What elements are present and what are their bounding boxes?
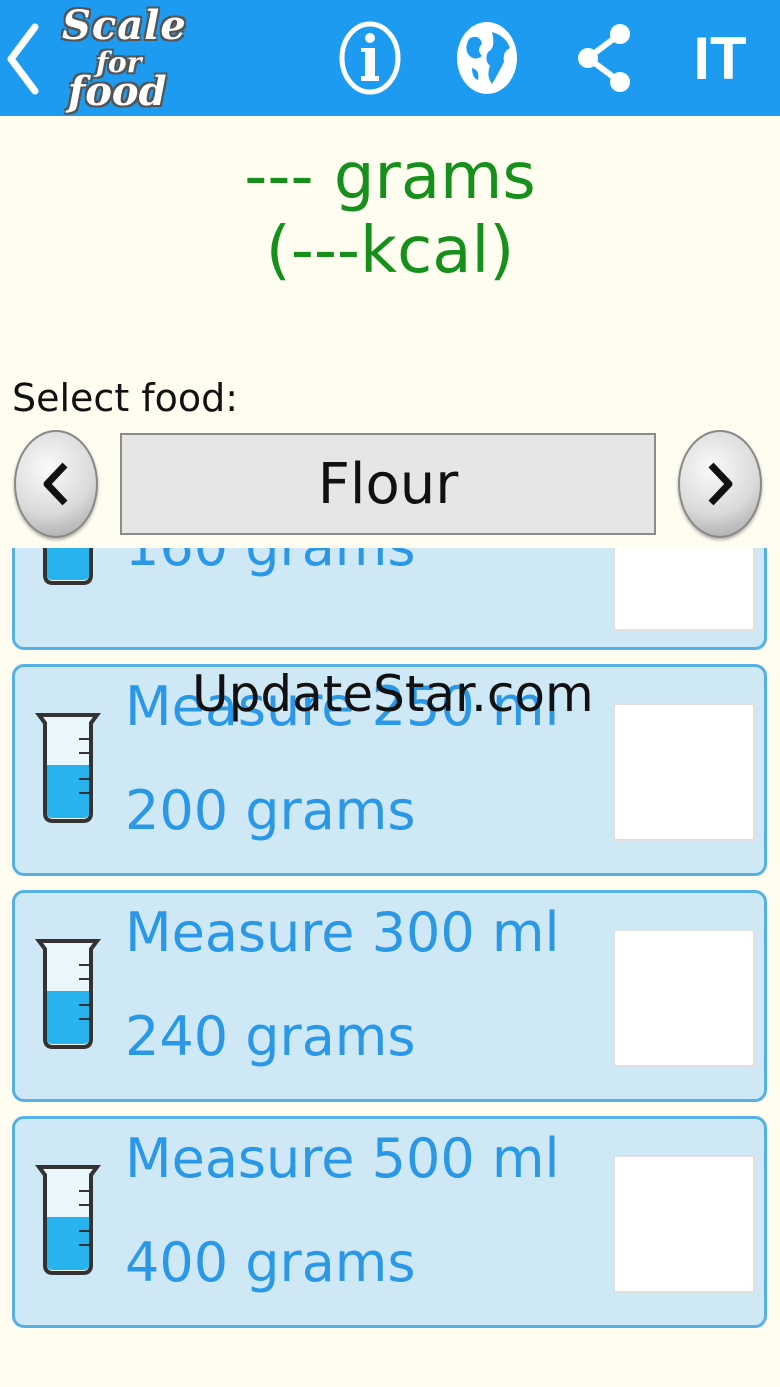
measure-checkbox[interactable] (613, 548, 755, 631)
select-food-label: Select food: (12, 376, 239, 420)
measure-checkbox[interactable] (613, 929, 755, 1067)
beaker-icon (35, 939, 101, 1049)
info-icon (339, 21, 401, 95)
beaker-icon (43, 548, 93, 585)
globe-icon (457, 22, 517, 94)
measure-grams: 160 grams (125, 548, 416, 578)
website-button[interactable] (447, 18, 527, 98)
share-button[interactable] (565, 18, 645, 98)
measure-grams: 400 grams (125, 1231, 416, 1294)
beaker-icon (35, 713, 101, 823)
measure-checkbox[interactable] (613, 1155, 755, 1293)
next-food-button[interactable] (678, 430, 762, 538)
logo-text-food: food (68, 68, 167, 115)
chevron-left-icon (7, 23, 39, 95)
result-kcal: (---kcal) (265, 214, 515, 288)
measure-grams: 240 grams (125, 1005, 416, 1068)
watermark: UpdateStar.com (192, 665, 594, 723)
result-grams: --- grams (244, 140, 536, 214)
measure-card[interactable]: 160 grams (12, 548, 767, 650)
top-app-bar: Scale for food IT (0, 0, 780, 116)
back-button[interactable] (0, 14, 46, 104)
language-button[interactable]: IT (680, 18, 760, 98)
measure-card[interactable]: Measure 300 ml 240 grams (12, 890, 767, 1102)
info-button[interactable] (330, 18, 410, 98)
food-selector[interactable]: Flour (120, 433, 656, 535)
previous-food-button[interactable] (14, 430, 98, 538)
chevron-right-icon (708, 462, 733, 506)
chevron-left-icon (43, 462, 68, 506)
measure-volume: Measure 300 ml (125, 901, 560, 964)
share-icon (578, 24, 630, 92)
measure-checkbox[interactable] (613, 703, 755, 841)
app-logo: Scale for food (58, 2, 193, 115)
measure-volume: Measure 500 ml (125, 1127, 560, 1190)
beaker-icon (35, 1165, 101, 1275)
result-display: --- grams (---kcal) (0, 140, 780, 288)
logo-text-scale: Scale (62, 2, 187, 49)
measure-grams: 200 grams (125, 779, 416, 842)
measure-card[interactable]: Measure 500 ml 400 grams (12, 1116, 767, 1328)
